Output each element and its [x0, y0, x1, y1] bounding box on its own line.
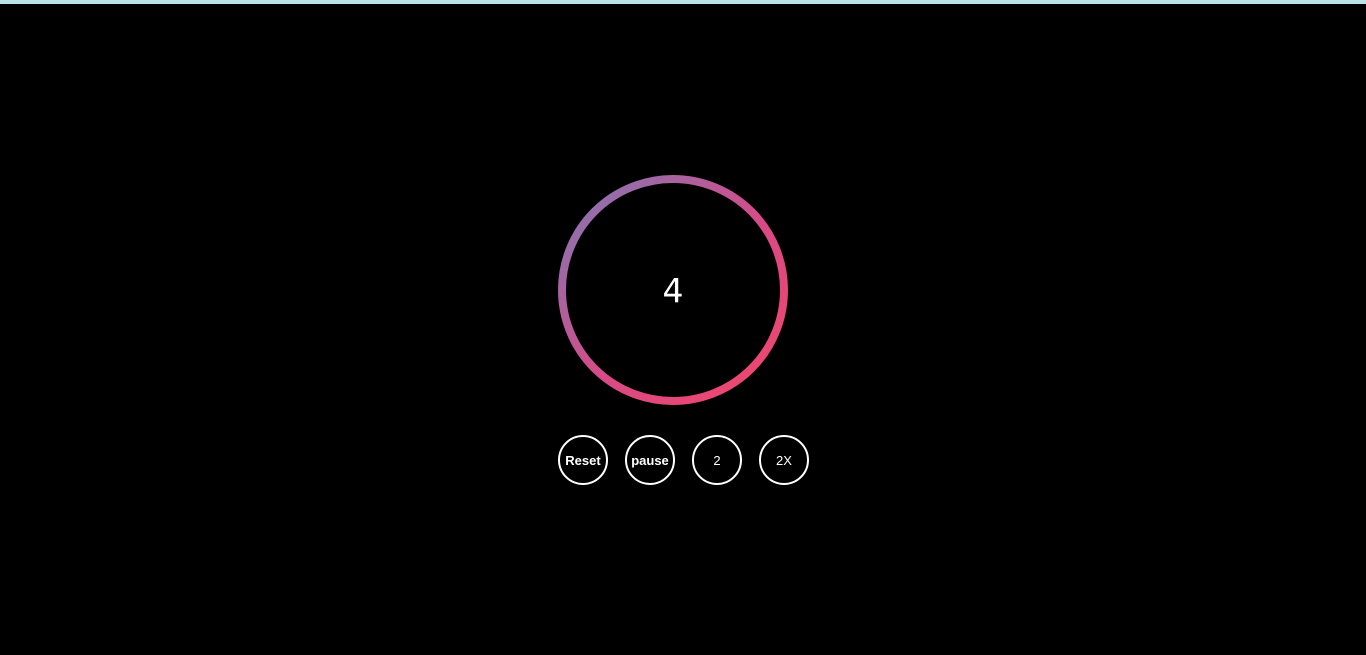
top-strip [0, 0, 1366, 4]
countdown-timer: 4 [556, 173, 790, 407]
speed-2x-button[interactable]: 2X [759, 435, 809, 485]
reset-button[interactable]: Reset [558, 435, 608, 485]
pause-button[interactable]: pause [625, 435, 675, 485]
timer-controls: Reset pause 2 2X [558, 435, 809, 485]
countdown-value: 4 [662, 270, 684, 310]
two-button[interactable]: 2 [692, 435, 742, 485]
